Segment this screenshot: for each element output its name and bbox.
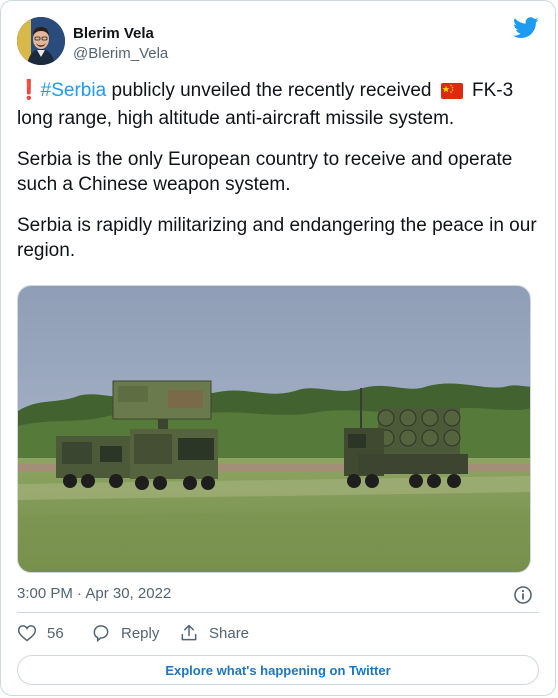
tweet-meta: 3:00 PM · Apr 30, 2022 <box>17 585 537 605</box>
author-names: Blerim Vela @Blerim_Vela <box>73 24 168 64</box>
like-count: 56 <box>47 624 64 642</box>
reply-label: Reply <box>121 624 160 642</box>
avatar[interactable] <box>17 17 65 65</box>
hashtag-link[interactable]: #Serbia <box>41 80 107 101</box>
divider <box>17 612 539 613</box>
tweet-card: Blerim Vela @Blerim_Vela ❗#Serbia public… <box>0 0 556 696</box>
tweet-paragraph-3: Serbia is rapidly militarizing and endan… <box>17 215 537 261</box>
tweet-text-segment-1: publicly unveiled the recently received <box>106 80 437 101</box>
tweet-photo[interactable] <box>17 285 531 573</box>
display-name[interactable]: Blerim Vela <box>73 24 168 44</box>
tweet-timestamp[interactable]: 3:00 PM · Apr 30, 2022 <box>17 585 171 602</box>
tweet-paragraph-1: ❗#Serbia publicly unveiled the recently … <box>17 78 537 131</box>
explore-twitter-button[interactable]: Explore what's happening on Twitter <box>17 655 539 685</box>
share-label: Share <box>209 624 250 642</box>
avatar-image <box>17 17 65 65</box>
share-button[interactable]: Share <box>179 623 249 643</box>
tweet-text: ❗#Serbia publicly unveiled the recently … <box>17 78 537 279</box>
tweet-header: Blerim Vela @Blerim_Vela <box>17 17 539 69</box>
share-icon <box>181 624 197 641</box>
info-icon[interactable] <box>513 585 533 605</box>
exclamation-emoji: ❗ <box>17 80 41 101</box>
china-flag-icon <box>440 81 463 106</box>
tweet-paragraph-2: Serbia is the only European country to r… <box>17 149 513 195</box>
like-button[interactable]: 56 <box>17 623 64 643</box>
heart-icon <box>17 625 37 642</box>
reply-icon <box>93 625 109 643</box>
user-handle[interactable]: @Blerim_Vela <box>73 44 168 64</box>
reply-button[interactable]: Reply <box>91 623 159 643</box>
twitter-bird-icon[interactable] <box>513 17 539 39</box>
missile-system-photo <box>18 286 530 572</box>
